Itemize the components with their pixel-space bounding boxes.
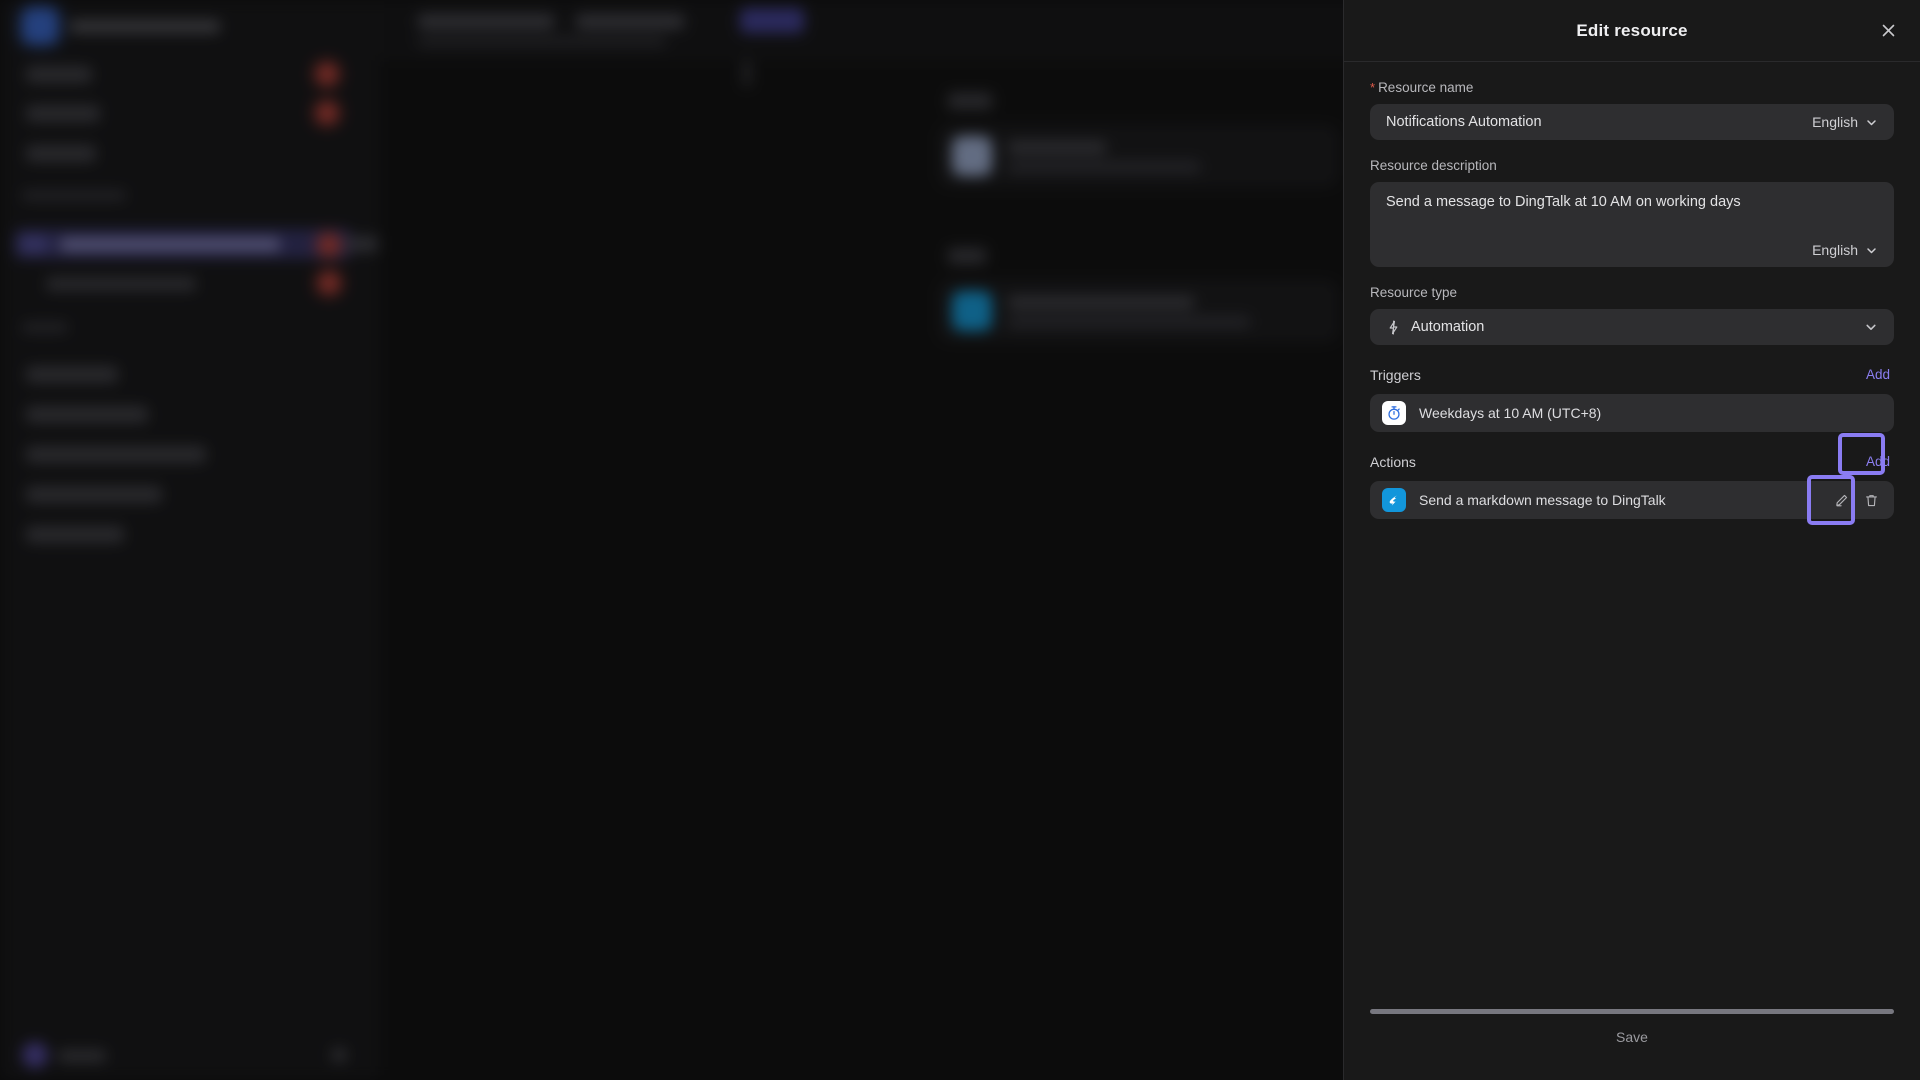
app-window: Edit resource * Resource name Notificati… — [0, 0, 1920, 1080]
resource-name-language-select[interactable]: English — [1812, 114, 1878, 130]
resource-description-field: Resource description Send a message to D… — [1370, 158, 1894, 267]
triggers-section-header: Triggers Add — [1370, 365, 1894, 384]
actions-section-header: Actions Add — [1370, 433, 1894, 475]
triggers-add-button[interactable]: Add — [1862, 365, 1894, 384]
resource-name-value: Notifications Automation — [1386, 114, 1542, 130]
panel-horizontal-scrollbar[interactable] — [1370, 1009, 1894, 1014]
pencil-icon[interactable] — [1826, 485, 1856, 515]
action-label: Send a markdown message to DingTalk — [1419, 492, 1666, 508]
trigger-label: Weekdays at 10 AM (UTC+8) — [1419, 405, 1602, 421]
resource-description-label: Resource description — [1370, 158, 1497, 173]
resource-name-label-text: Resource name — [1378, 80, 1474, 95]
resource-type-label: Resource type — [1370, 285, 1458, 300]
action-row-buttons — [1826, 485, 1886, 515]
panel-footer: Save — [1344, 1009, 1920, 1080]
resource-name-language-value: English — [1812, 114, 1858, 130]
resource-description-language-select[interactable]: English — [1812, 242, 1878, 258]
resource-type-value: Automation — [1411, 319, 1485, 335]
chevron-down-icon — [1866, 324, 1876, 330]
close-icon[interactable] — [1874, 17, 1902, 45]
resource-description-value: Send a message to DingTalk at 10 AM on w… — [1386, 194, 1741, 210]
panel-body: * Resource name Notifications Automation… — [1344, 62, 1920, 1009]
trigger-row[interactable]: Weekdays at 10 AM (UTC+8) — [1370, 394, 1894, 432]
trash-icon[interactable] — [1856, 485, 1886, 515]
triggers-title: Triggers — [1370, 366, 1421, 383]
chevron-down-icon — [1867, 247, 1876, 253]
stopwatch-icon — [1382, 401, 1406, 425]
action-row[interactable]: Send a markdown message to DingTalk — [1370, 475, 1894, 525]
resource-description-language-value: English — [1812, 242, 1858, 258]
panel-title: Edit resource — [1576, 20, 1688, 40]
resource-description-input[interactable]: Send a message to DingTalk at 10 AM on w… — [1370, 182, 1894, 267]
resource-name-field: * Resource name Notifications Automation… — [1370, 80, 1894, 140]
resource-type-select[interactable]: Automation — [1370, 309, 1894, 345]
actions-add-button[interactable]: Add — [1862, 452, 1894, 471]
resource-name-label: * Resource name — [1370, 80, 1894, 95]
resource-name-input[interactable]: Notifications Automation English — [1370, 104, 1894, 140]
resource-type-field: Resource type Automation — [1370, 285, 1894, 345]
dingtalk-icon — [1382, 488, 1406, 512]
save-button[interactable]: Save — [1344, 1024, 1920, 1050]
actions-title: Actions — [1370, 453, 1416, 470]
edit-resource-panel: Edit resource * Resource name Notificati… — [1343, 0, 1920, 1080]
required-marker: * — [1370, 80, 1376, 95]
panel-header: Edit resource — [1344, 0, 1920, 62]
lightning-bolt-icon — [1389, 319, 1398, 335]
chevron-down-icon — [1867, 119, 1876, 125]
